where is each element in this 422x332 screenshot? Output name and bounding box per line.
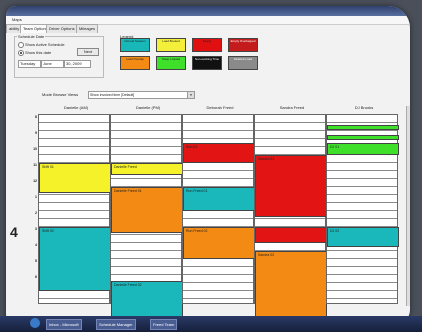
event-block[interactable]: [327, 125, 399, 130]
next-button[interactable]: Next: [77, 48, 99, 56]
time-label: 12: [33, 179, 37, 183]
event-block[interactable]: Danielle Freed 01: [111, 187, 183, 233]
time-label: 11: [33, 163, 37, 167]
app-window: Maps ability Team Options Driver Options…: [6, 6, 410, 324]
event-block[interactable]: Sandra 02: [255, 251, 327, 317]
vertical-scrollbar[interactable]: [406, 106, 410, 306]
radio-active-schedule[interactable]: [18, 42, 24, 48]
mode-select-value: Show invoiced time [Default]: [90, 93, 135, 97]
panel-title: Schedule Date: [17, 34, 46, 39]
legend-load-booked: Load Booked: [156, 38, 186, 52]
day-field[interactable]: Tuesday: [18, 60, 41, 68]
legend-load-overlap: Load Overlap: [120, 56, 150, 70]
event-block[interactable]: [255, 227, 327, 243]
legend-empty: Empty: [192, 38, 222, 52]
legend-non-working: Non-working Time: [192, 56, 222, 70]
tab-driver-options[interactable]: Driver Options: [46, 24, 78, 33]
column-header-2: Deborah Freed: [206, 105, 234, 110]
event-block[interactable]: DJ 01: [327, 143, 399, 155]
column-sandra-freed[interactable]: Sandra 01 Sandra 02: [254, 114, 327, 317]
radio-active-label: Show Active Schedule: [25, 42, 65, 47]
legend-deleted-load: Deleted Load: [228, 56, 258, 70]
column-header-3: Sandra Freed: [279, 105, 305, 110]
taskbar-item[interactable]: Freed Team: [150, 319, 178, 330]
column-header-0: Danielle (AM): [63, 105, 89, 110]
event-block[interactable]: Shift 02: [39, 227, 111, 291]
column-dj-brooks[interactable]: DJ 01 DJ 02: [326, 114, 399, 304]
taskbar-item[interactable]: Inbox - Microsoft: [46, 319, 82, 330]
event-block[interactable]: Run Freed 01: [183, 187, 255, 211]
current-hour-marker: 4: [10, 224, 18, 240]
column-header-4: DJ Brooks: [354, 105, 374, 110]
mode-label: Mode Browse Views: [42, 92, 79, 97]
event-block[interactable]: DJ 02: [327, 227, 399, 247]
column-deborah-freed[interactable]: Run 01 Run Freed 01 Run Freed 02: [182, 114, 255, 304]
mode-select[interactable]: Show invoiced time [Default] ▾: [88, 91, 195, 99]
schedule-grid: Shift 01 Shift 02 Danielle Freed Daniell…: [38, 114, 400, 317]
event-block[interactable]: Danielle Freed: [111, 163, 183, 175]
event-block[interactable]: Shift 01: [39, 163, 111, 193]
date-field[interactable]: 30, 2009: [64, 60, 91, 68]
time-label: 10: [33, 147, 37, 151]
radio-date-label: Show this date: [25, 50, 52, 55]
time-label: 3: [35, 227, 37, 231]
title-bar: [6, 6, 410, 16]
time-label: 1: [35, 195, 37, 199]
legend-swap-loaded: Swap Loaded: [156, 56, 186, 70]
time-label: 9: [35, 131, 37, 135]
menu-maps[interactable]: Maps: [12, 17, 22, 22]
time-label: 5: [35, 259, 37, 263]
column-header-1: Danielle (PM): [135, 105, 161, 110]
legend-empty-overlapped: Empty Overlapped: [228, 38, 258, 52]
event-block[interactable]: Sandra 01: [255, 155, 327, 217]
tab-mileages[interactable]: Mileages: [76, 24, 99, 33]
month-field[interactable]: June: [41, 60, 64, 68]
time-label: 2: [35, 211, 37, 215]
event-block[interactable]: [327, 135, 399, 140]
schedule-date-panel: Schedule Date Show Active Schedule Show …: [14, 34, 104, 78]
time-label: 6: [35, 275, 37, 279]
legend: Normal Session Load Booked Empty Empty O…: [120, 38, 264, 80]
chevron-down-icon[interactable]: ▾: [187, 92, 194, 98]
event-block[interactable]: Danielle Freed 02: [111, 281, 183, 317]
time-label: 8: [35, 115, 37, 119]
legend-normal-session: Normal Session: [120, 38, 150, 52]
time-label: 4: [35, 243, 37, 247]
taskbar-item[interactable]: Schedule Manager: [96, 319, 136, 330]
column-danielle-am[interactable]: Shift 01 Shift 02: [38, 114, 111, 304]
column-danielle-pm[interactable]: Danielle Freed Danielle Freed 01 Daniell…: [110, 114, 183, 317]
radio-this-date[interactable]: [18, 50, 24, 56]
start-button[interactable]: [30, 318, 40, 328]
event-block[interactable]: Run 01: [183, 143, 255, 163]
event-block[interactable]: Run Freed 02: [183, 227, 255, 259]
